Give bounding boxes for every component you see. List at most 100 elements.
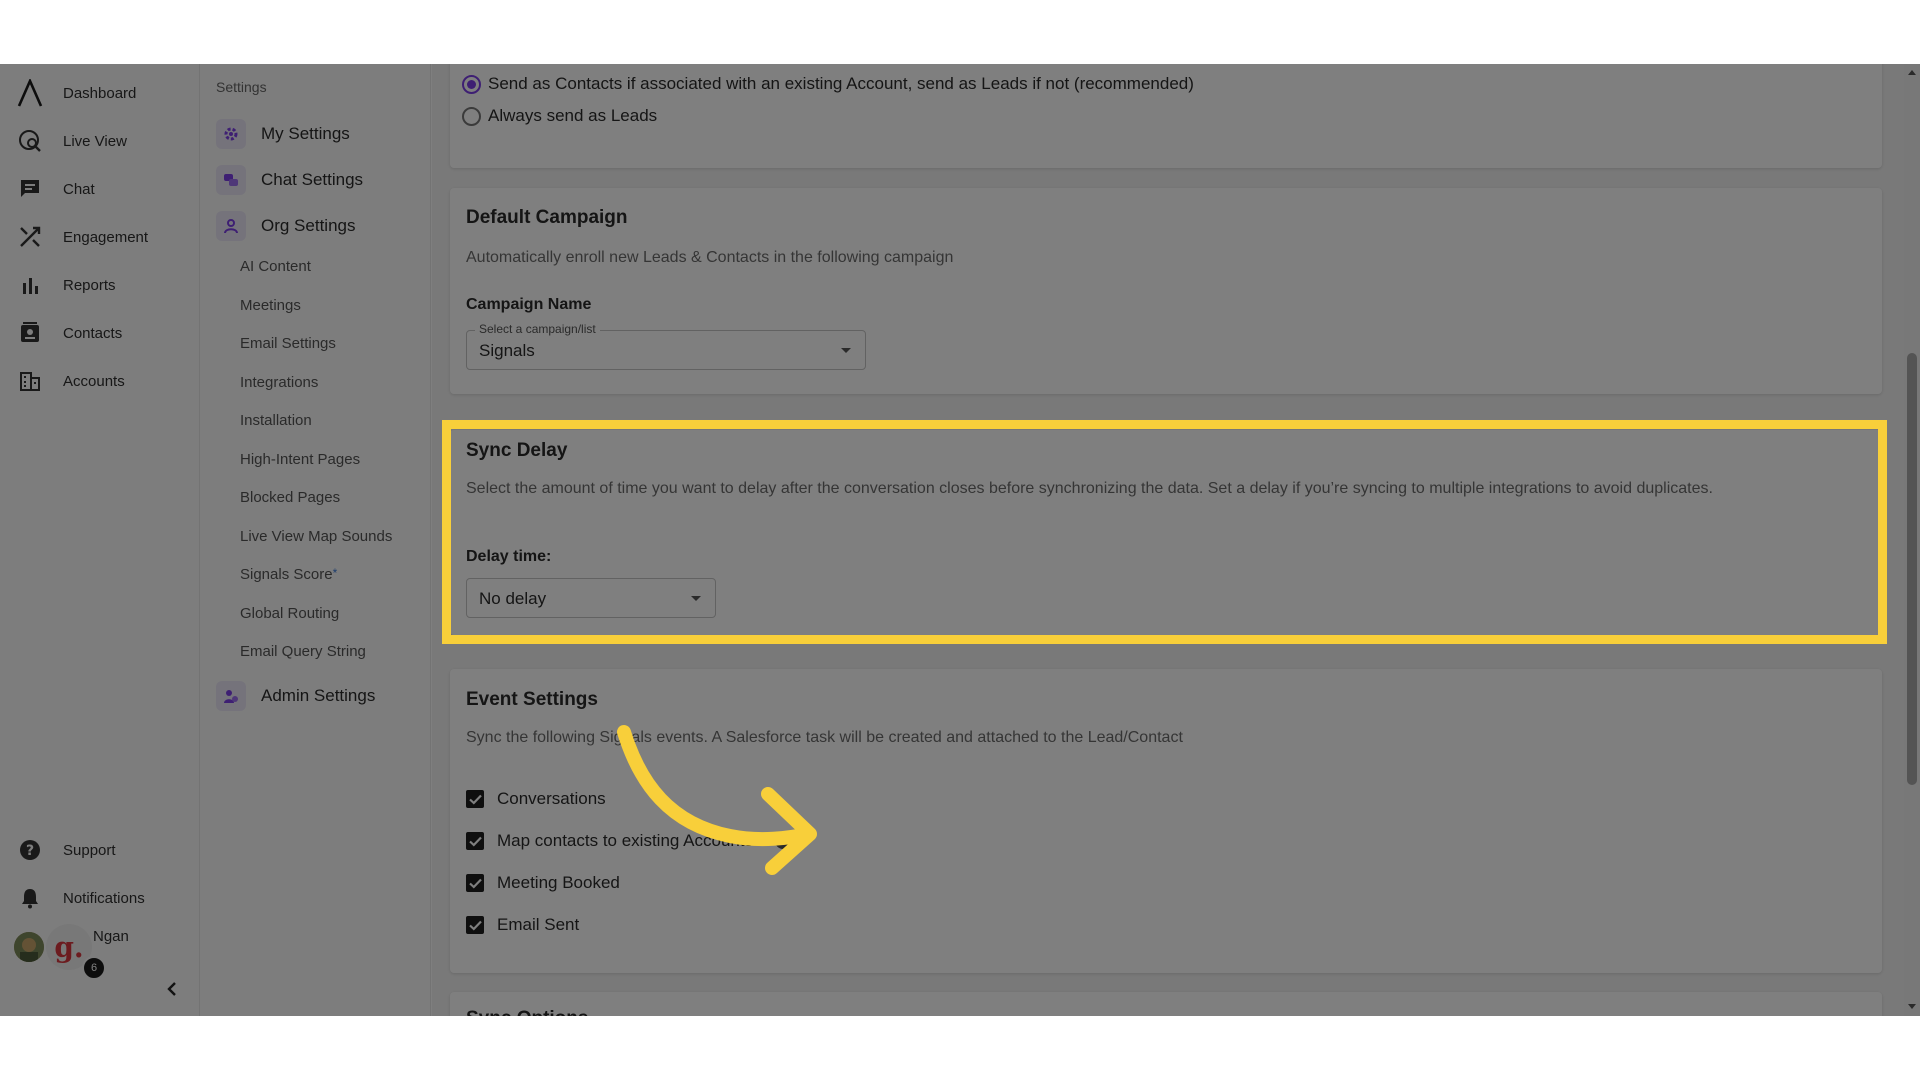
settings-item-high-intent-pages[interactable]: High-Intent Pages bbox=[240, 451, 360, 468]
scroll-up-icon[interactable] bbox=[1908, 70, 1916, 75]
section-title: Sync Delay bbox=[466, 440, 568, 461]
notification-badge: 6 bbox=[82, 956, 106, 980]
bar-chart-icon bbox=[17, 272, 43, 298]
nav-label: Engagement bbox=[63, 228, 149, 246]
settings-item-email-query-string[interactable]: Email Query String bbox=[240, 643, 366, 660]
radio-always-leads[interactable]: Always send as Leads bbox=[462, 106, 657, 126]
settings-item-email-settings[interactable]: Email Settings bbox=[240, 335, 336, 352]
checkbox-label: Meeting Booked bbox=[497, 873, 620, 892]
settings-item-blocked-pages[interactable]: Blocked Pages bbox=[240, 489, 340, 506]
nav-item-support[interactable]: ? Support bbox=[0, 830, 200, 870]
select-value: No delay bbox=[479, 589, 547, 608]
caret-down-icon bbox=[841, 348, 851, 353]
radio-indicator bbox=[462, 74, 481, 94]
checkbox-map-contacts[interactable]: Map contacts to existing Accounts i bbox=[466, 831, 792, 851]
vertical-scrollbar[interactable] bbox=[1904, 64, 1920, 1016]
settings-group-label: Admin Settings bbox=[261, 686, 376, 705]
settings-item-installation[interactable]: Installation bbox=[240, 412, 312, 429]
settings-item-ai-content[interactable]: AI Content bbox=[240, 258, 311, 275]
delay-time-select[interactable]: No delay bbox=[466, 578, 716, 618]
admin-icon bbox=[216, 681, 246, 711]
svg-text:?: ? bbox=[26, 843, 34, 859]
checkbox-checked-icon bbox=[466, 874, 484, 892]
checkbox-conversations[interactable]: Conversations bbox=[466, 789, 606, 809]
checkbox-label: Map contacts to existing Accounts bbox=[497, 831, 754, 850]
primary-nav: Dashboard Live View Chat Engagement Repo… bbox=[0, 64, 200, 1016]
delay-time-label: Delay time: bbox=[466, 548, 552, 565]
scroll-down-icon[interactable] bbox=[1908, 1004, 1916, 1009]
section-title: Event Settings bbox=[466, 689, 598, 710]
contacts-icon bbox=[17, 320, 43, 346]
main-content: Send as Contacts if associated with an e… bbox=[432, 64, 1904, 1016]
chevron-left-icon bbox=[166, 981, 178, 1001]
building-icon bbox=[17, 368, 43, 394]
logo-icon bbox=[17, 79, 43, 107]
section-description: Sync the following Signals events. A Sal… bbox=[466, 729, 1183, 746]
settings-item-live-view-map-sounds[interactable]: Live View Map Sounds bbox=[240, 528, 392, 545]
select-value: Signals bbox=[479, 341, 535, 360]
settings-item-meetings[interactable]: Meetings bbox=[240, 297, 301, 314]
radio-indicator bbox=[462, 106, 481, 126]
select-legend: Select a campaign/list bbox=[475, 322, 600, 336]
help-icon: ? bbox=[17, 837, 43, 863]
nav-item-accounts[interactable]: Accounts bbox=[0, 361, 200, 401]
radio-label: Always send as Leads bbox=[488, 106, 658, 125]
checkbox-checked-icon bbox=[466, 790, 484, 808]
default-campaign-card: Default Campaign Automatically enroll ne… bbox=[450, 188, 1882, 394]
app-window: Dashboard Live View Chat Engagement Repo… bbox=[0, 64, 1920, 1016]
section-description: Select the amount of time you want to de… bbox=[466, 480, 1713, 497]
radio-send-as-contacts[interactable]: Send as Contacts if associated with an e… bbox=[462, 74, 1194, 94]
nav-item-dashboard[interactable]: Dashboard bbox=[0, 73, 200, 113]
engagement-icon bbox=[17, 224, 43, 250]
nav-item-engagement[interactable]: Engagement bbox=[0, 217, 200, 257]
nav-label: Notifications bbox=[63, 889, 145, 907]
sync-mode-card: Send as Contacts if associated with an e… bbox=[450, 64, 1882, 168]
nav-label: Dashboard bbox=[63, 84, 137, 102]
section-title: Sync Options bbox=[466, 1008, 588, 1016]
settings-item-global-routing[interactable]: Global Routing bbox=[240, 605, 339, 622]
user-profile[interactable]: g. 6 Ngan bbox=[12, 922, 192, 980]
nav-label: Accounts bbox=[63, 372, 125, 390]
section-description: Automatically enroll new Leads & Contact… bbox=[466, 249, 954, 266]
user-name: Ngan bbox=[93, 928, 129, 945]
avatar bbox=[14, 932, 44, 962]
caret-down-icon bbox=[691, 596, 701, 601]
checkbox-label: Email Sent bbox=[497, 915, 580, 934]
event-settings-card: Event Settings Sync the following Signal… bbox=[450, 669, 1882, 973]
settings-group-my[interactable]: My Settings bbox=[216, 117, 421, 151]
nav-label: Contacts bbox=[63, 324, 123, 342]
checkbox-email-sent[interactable]: Email Sent bbox=[466, 915, 579, 935]
nav-label: Chat bbox=[63, 180, 95, 198]
settings-item-integrations[interactable]: Integrations bbox=[240, 374, 318, 391]
chat-bubbles-icon bbox=[216, 165, 246, 195]
radio-label: Send as Contacts if associated with an e… bbox=[488, 74, 1194, 93]
campaign-select[interactable]: Select a campaign/list Signals bbox=[466, 322, 866, 370]
checkbox-label: Conversations bbox=[497, 789, 606, 808]
nav-label: Support bbox=[63, 841, 116, 859]
bell-icon bbox=[17, 885, 43, 911]
settings-group-label: My Settings bbox=[261, 124, 350, 143]
nav-label: Live View bbox=[63, 132, 127, 150]
settings-group-label: Chat Settings bbox=[261, 170, 364, 189]
settings-group-chat[interactable]: Chat Settings bbox=[216, 163, 421, 197]
settings-group-org[interactable]: Org Settings bbox=[216, 209, 421, 243]
checkbox-checked-icon bbox=[466, 916, 484, 934]
checkbox-meeting-booked[interactable]: Meeting Booked bbox=[466, 873, 620, 893]
live-view-icon bbox=[17, 128, 43, 154]
info-icon[interactable]: i bbox=[775, 833, 792, 849]
nav-item-notifications[interactable]: Notifications bbox=[0, 878, 200, 918]
scroll-thumb[interactable] bbox=[1907, 353, 1917, 785]
settings-group-admin[interactable]: Admin Settings bbox=[216, 679, 421, 713]
settings-header: Settings bbox=[216, 79, 267, 95]
settings-item-signals-score[interactable]: Signals Score* bbox=[240, 566, 337, 583]
sync-options-card: Sync Options bbox=[450, 992, 1882, 1016]
collapse-sidebar-button[interactable] bbox=[160, 979, 184, 1003]
nav-item-live-view[interactable]: Live View bbox=[0, 121, 200, 161]
nav-item-contacts[interactable]: Contacts bbox=[0, 313, 200, 353]
nav-item-reports[interactable]: Reports bbox=[0, 265, 200, 305]
settings-sidebar: Settings My Settings Chat Settings Org S… bbox=[200, 64, 431, 1016]
chat-icon bbox=[17, 176, 43, 202]
gear-icon bbox=[216, 119, 246, 149]
nav-item-chat[interactable]: Chat bbox=[0, 169, 200, 209]
nav-label: Reports bbox=[63, 276, 116, 294]
